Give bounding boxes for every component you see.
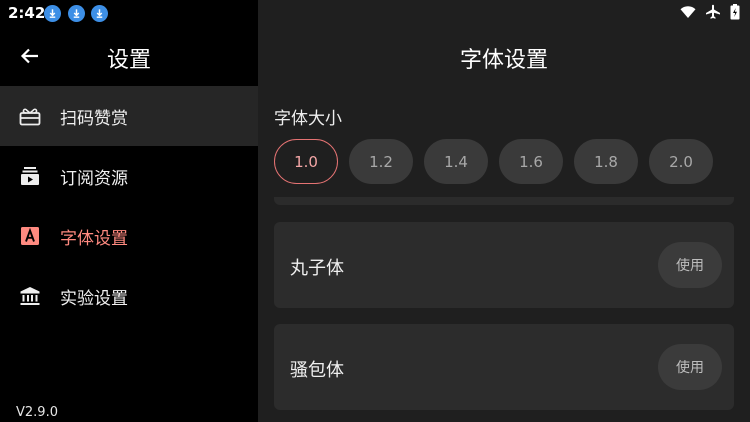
status-icons — [680, 4, 740, 20]
section-divider — [274, 197, 734, 205]
font-size-chip[interactable]: 1.4 — [424, 139, 488, 184]
sidebar-header: 设置 — [0, 28, 258, 84]
font-icon — [18, 224, 42, 248]
download-icon — [44, 5, 61, 22]
font-size-chip[interactable]: 2.0 — [649, 139, 713, 184]
page-title: 字体设置 — [459, 48, 548, 73]
sidebar-item-label: 订阅资源 — [60, 168, 128, 189]
sidebar-item-lab-settings[interactable]: 实验设置 — [0, 266, 258, 326]
sidebar-item-subscribe[interactable]: 订阅资源 — [0, 146, 258, 206]
font-size-chip[interactable]: 1.2 — [349, 139, 413, 184]
subscription-icon — [18, 164, 42, 188]
status-bar: 2:42 — [0, 0, 750, 28]
download-icon — [91, 5, 108, 22]
sidebar-item-label: 实验设置 — [60, 288, 128, 309]
font-size-chip[interactable]: 1.0 — [274, 139, 338, 184]
sidebar-menu: 扫码赞赏 订阅资源 字体设置 实验设置 — [0, 86, 258, 326]
app-version: V2.9.0 — [16, 405, 58, 420]
font-size-chip[interactable]: 1.8 — [574, 139, 638, 184]
bank-icon — [18, 284, 42, 308]
font-name: 骚包体 — [290, 360, 344, 381]
use-font-button[interactable]: 使用 — [658, 242, 722, 288]
battery-icon — [730, 4, 740, 20]
status-time: 2:42 — [8, 4, 46, 22]
font-size-chip[interactable]: 1.6 — [499, 139, 563, 184]
font-name: 丸子体 — [290, 258, 344, 279]
sidebar-item-label: 扫码赞赏 — [60, 108, 128, 129]
use-font-button[interactable]: 使用 — [658, 344, 722, 390]
sidebar-item-font-settings[interactable]: 字体设置 — [0, 206, 258, 266]
main-panel: 字体设置 字体大小 1.0 1.2 1.4 1.6 1.8 2.0 丸子体 使用… — [258, 0, 750, 422]
gift-icon — [18, 104, 42, 128]
font-size-options: 1.0 1.2 1.4 1.6 1.8 2.0 — [274, 139, 713, 184]
airplane-icon — [706, 4, 720, 19]
font-size-label: 字体大小 — [274, 109, 342, 129]
wifi-icon — [680, 6, 696, 18]
sidebar: 设置 扫码赞赏 订阅资源 字体设置 实验设置 V2.9.0 — [0, 0, 258, 422]
download-icon — [68, 5, 85, 22]
sidebar-item-donate[interactable]: 扫码赞赏 — [0, 86, 258, 146]
font-card: 骚包体 使用 — [274, 324, 734, 410]
font-card: 丸子体 使用 — [274, 222, 734, 308]
sidebar-title: 设置 — [106, 48, 151, 73]
sidebar-item-label: 字体设置 — [60, 228, 128, 249]
